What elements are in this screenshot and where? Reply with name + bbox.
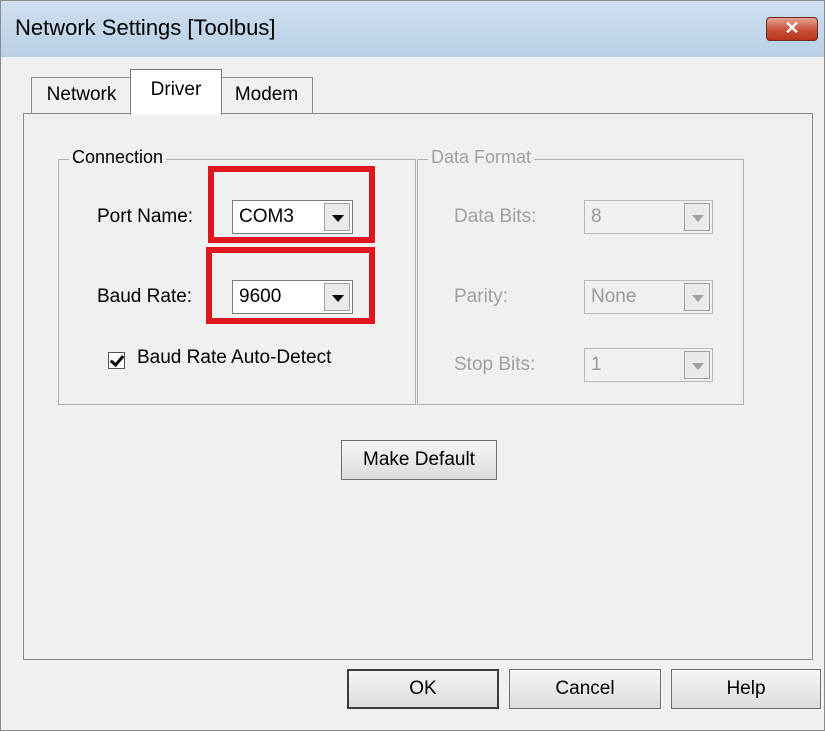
connection-legend: Connection [69, 147, 167, 168]
tab-network[interactable]: Network [31, 77, 132, 113]
parity-select[interactable]: None [584, 280, 713, 314]
window-title: Network Settings [Toolbus] [15, 15, 276, 40]
baud-rate-label: Baud Rate: [97, 286, 193, 307]
driver-tab-panel: Connection Port Name: COM3 Baud Rate: 96… [23, 113, 813, 660]
stop-bits-label: Stop Bits: [454, 354, 536, 375]
port-name-label: Port Name: [97, 206, 194, 227]
auto-detect-checkbox[interactable] [108, 352, 125, 369]
data-bits-value: 8 [591, 206, 602, 227]
help-button[interactable]: Help [671, 669, 821, 709]
network-settings-dialog: Network Settings [Toolbus] ✕ Network Dri… [0, 0, 825, 731]
auto-detect-label[interactable]: Baud Rate Auto-Detect [137, 347, 331, 369]
help-label: Help [726, 678, 766, 699]
parity-value: None [591, 286, 637, 307]
chevron-down-icon[interactable] [684, 351, 710, 379]
data-format-legend: Data Format [428, 147, 535, 168]
tab-driver[interactable]: Driver [130, 69, 222, 115]
data-format-group: Data Format Data Bits: 8 Parity: None St… [417, 147, 744, 405]
baud-rate-highlight [206, 247, 375, 324]
port-name-highlight [208, 166, 375, 243]
stop-bits-select[interactable]: 1 [584, 348, 713, 382]
data-bits-label: Data Bits: [454, 206, 537, 227]
close-icon: ✕ [784, 18, 800, 38]
cancel-button[interactable]: Cancel [509, 669, 661, 709]
cancel-label: Cancel [555, 678, 615, 699]
ok-label: OK [409, 678, 437, 699]
tab-network-label: Network [46, 84, 117, 105]
title-bar[interactable]: Network Settings [Toolbus] ✕ [1, 1, 824, 57]
ok-button[interactable]: OK [347, 669, 499, 709]
tab-modem[interactable]: Modem [220, 77, 313, 113]
close-button[interactable]: ✕ [766, 17, 818, 41]
tab-driver-label: Driver [150, 79, 202, 100]
tab-modem-label: Modem [234, 84, 299, 105]
chevron-down-icon[interactable] [684, 203, 710, 231]
make-default-label: Make Default [363, 449, 475, 470]
chevron-down-icon[interactable] [684, 283, 710, 311]
stop-bits-value: 1 [591, 354, 602, 375]
data-bits-select[interactable]: 8 [584, 200, 713, 234]
parity-label: Parity: [454, 286, 508, 307]
make-default-button[interactable]: Make Default [341, 440, 497, 480]
